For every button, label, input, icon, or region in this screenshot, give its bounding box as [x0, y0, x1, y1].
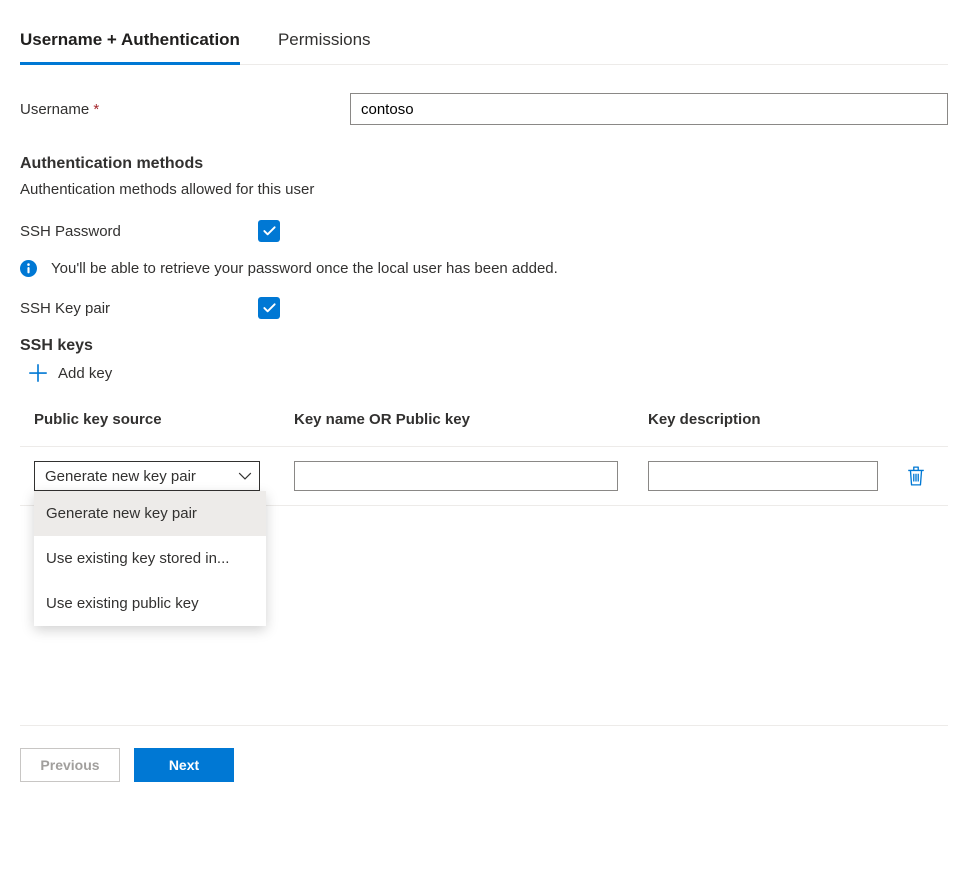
ssh-key-row: Generate new key pair Generate new key p… — [20, 447, 948, 506]
col-header-desc: Key description — [648, 411, 898, 428]
public-key-source-menu: Generate new key pair Use existing key s… — [34, 491, 266, 626]
plus-icon — [28, 363, 48, 383]
username-label-text: Username — [20, 101, 89, 118]
dropdown-option-existing-public[interactable]: Use existing public key — [34, 581, 266, 626]
add-key-button[interactable]: Add key — [28, 363, 948, 383]
ssh-password-label: SSH Password — [20, 223, 258, 240]
info-row: You'll be able to retrieve your password… — [20, 260, 948, 277]
username-field-row: Username * — [20, 93, 948, 125]
ssh-keys-heading: SSH keys — [20, 337, 948, 355]
col-header-source: Public key source — [34, 411, 294, 428]
required-asterisk: * — [93, 101, 99, 118]
check-icon — [262, 301, 277, 316]
previous-button[interactable]: Previous — [20, 748, 120, 782]
key-name-input[interactable] — [294, 461, 618, 491]
tabs: Username + Authentication Permissions — [20, 20, 948, 65]
ssh-password-row: SSH Password — [20, 220, 948, 242]
footer: Previous Next — [20, 726, 948, 782]
ssh-keypair-checkbox[interactable] — [258, 297, 280, 319]
info-text: You'll be able to retrieve your password… — [51, 260, 558, 277]
tab-username-auth[interactable]: Username + Authentication — [20, 20, 240, 64]
tab-permissions[interactable]: Permissions — [278, 20, 371, 64]
dropdown-selected-text: Generate new key pair — [45, 468, 196, 485]
ssh-password-checkbox[interactable] — [258, 220, 280, 242]
username-label: Username * — [20, 101, 350, 118]
ssh-keys-table-header: Public key source Key name OR Public key… — [20, 411, 948, 447]
ssh-keypair-row: SSH Key pair — [20, 297, 948, 319]
col-header-name: Key name OR Public key — [294, 411, 648, 428]
check-icon — [262, 224, 277, 239]
dropdown-option-existing-stored[interactable]: Use existing key stored in... — [34, 536, 266, 581]
chevron-down-icon — [238, 469, 252, 483]
trash-icon — [907, 466, 925, 486]
ssh-keypair-label: SSH Key pair — [20, 300, 258, 317]
next-button[interactable]: Next — [134, 748, 234, 782]
username-input[interactable] — [350, 93, 948, 125]
dropdown-option-generate[interactable]: Generate new key pair — [34, 491, 266, 536]
auth-methods-subtext: Authentication methods allowed for this … — [20, 181, 948, 198]
delete-key-button[interactable] — [898, 466, 934, 486]
public-key-source-dropdown[interactable]: Generate new key pair — [34, 461, 260, 491]
key-description-input[interactable] — [648, 461, 878, 491]
add-key-label: Add key — [58, 365, 112, 382]
auth-methods-heading: Authentication methods — [20, 155, 948, 173]
info-icon — [20, 260, 37, 277]
